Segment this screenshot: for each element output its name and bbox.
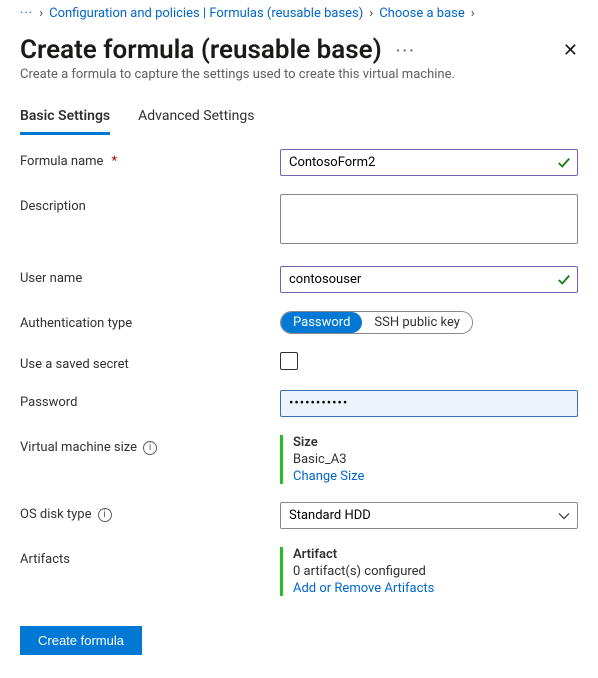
page-title: Create formula (reusable base)	[20, 35, 382, 65]
description-input[interactable]	[280, 194, 578, 244]
change-size-link[interactable]: Change Size	[293, 469, 364, 484]
chevron-right-icon: ›	[471, 6, 475, 21]
tab-advanced-settings[interactable]: Advanced Settings	[138, 108, 254, 135]
info-icon[interactable]: i	[98, 508, 112, 522]
chevron-right-icon: ›	[39, 6, 43, 21]
page-subtitle: Create a formula to capture the settings…	[20, 67, 578, 82]
label-auth-type: Authentication type	[20, 316, 132, 331]
formula-name-input[interactable]	[280, 149, 578, 176]
os-disk-select[interactable]	[280, 502, 578, 529]
vm-size-title: Size	[293, 435, 578, 450]
label-os-disk: OS disk type	[20, 507, 92, 522]
breadcrumb-item-config[interactable]: Configuration and policies | Formulas (r…	[49, 6, 363, 21]
label-description: Description	[20, 199, 86, 214]
artifacts-title: Artifact	[293, 547, 578, 562]
auth-type-toggle: Password SSH public key	[280, 311, 473, 334]
artifacts-panel: Artifact 0 artifact(s) configured Add or…	[280, 547, 578, 596]
artifacts-value: 0 artifact(s) configured	[293, 564, 578, 579]
use-saved-secret-checkbox[interactable]	[280, 352, 298, 370]
breadcrumb-item-choose-base[interactable]: Choose a base	[379, 6, 465, 21]
chevron-right-icon: ›	[369, 6, 373, 21]
vm-size-value: Basic_A3	[293, 452, 578, 467]
label-user-name: User name	[20, 271, 82, 286]
required-mark: *	[111, 154, 117, 169]
label-vm-size: Virtual machine size	[20, 440, 137, 455]
breadcrumb-ellipsis[interactable]: ···	[20, 6, 33, 21]
info-icon[interactable]: i	[143, 441, 157, 455]
close-icon[interactable]: ✕	[563, 40, 578, 61]
label-use-saved-secret: Use a saved secret	[20, 357, 129, 372]
label-password: Password	[20, 395, 77, 410]
breadcrumb: ··· › Configuration and policies | Formu…	[20, 4, 578, 29]
auth-pill-ssh[interactable]: SSH public key	[362, 312, 471, 333]
vm-size-panel: Size Basic_A3 Change Size	[280, 435, 578, 484]
label-artifacts: Artifacts	[20, 552, 70, 567]
more-icon[interactable]: ···	[396, 41, 416, 60]
tab-basic-settings[interactable]: Basic Settings	[20, 108, 110, 135]
auth-pill-password[interactable]: Password	[281, 312, 362, 333]
label-formula-name: Formula name	[20, 154, 103, 169]
create-formula-button[interactable]: Create formula	[20, 626, 142, 655]
add-remove-artifacts-link[interactable]: Add or Remove Artifacts	[293, 581, 434, 596]
password-input[interactable]	[280, 390, 578, 417]
user-name-input[interactable]	[280, 266, 578, 293]
tabs: Basic Settings Advanced Settings	[20, 108, 578, 135]
